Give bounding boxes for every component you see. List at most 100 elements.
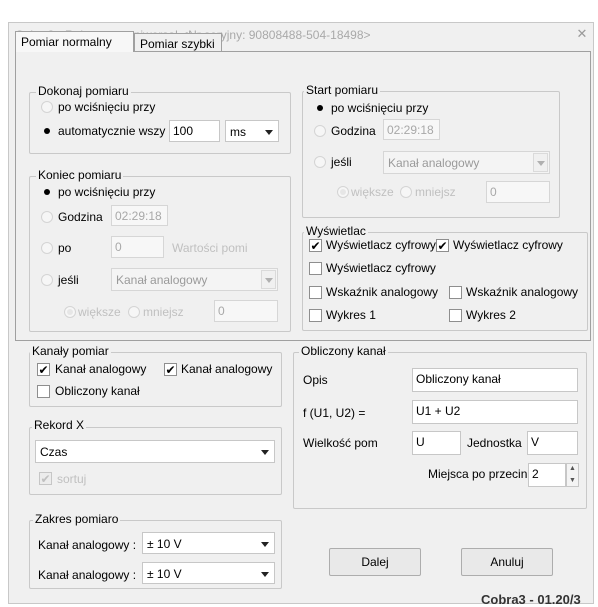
label-wskaznik-1: Wskaźnik analogowy — [326, 285, 439, 299]
radio-koniec-less[interactable] — [128, 306, 140, 318]
label-start-greater: większe — [351, 185, 394, 199]
label-koniec-after: po — [58, 241, 72, 255]
checkbox-wyswietlacz-3[interactable] — [309, 262, 322, 275]
radio-koniec-time[interactable] — [41, 211, 53, 223]
group-kanaly-pomiar — [29, 352, 282, 407]
label-zakres-1: Kanał analogowy : — [38, 538, 137, 552]
label-koniec-time: Godzina — [58, 210, 103, 224]
group-title-koniec: Koniec pomiaru — [36, 168, 124, 182]
radio-start-less[interactable] — [400, 186, 412, 198]
wielkosc-input[interactable]: U — [412, 431, 461, 455]
koniec-after-input[interactable]: 0 — [111, 236, 164, 258]
chevron-down-icon — [265, 130, 273, 135]
label-miejsca: Miejsca po przecink — [428, 467, 534, 481]
chevron-up-icon[interactable]: ▲ — [569, 464, 576, 474]
radio-dokonaj-press[interactable] — [41, 101, 53, 113]
label-koniec-press: po wciśnięciu przy — [58, 185, 156, 199]
label-formula: f (U1, U2) = — [303, 406, 366, 420]
label-zakres-2: Kanał analogowy : — [38, 568, 137, 582]
zakres-1-value: ± 10 V — [147, 537, 182, 551]
koniec-channel-dropdown[interactable]: Kanał analogowy — [111, 268, 278, 291]
radio-start-if[interactable] — [314, 156, 326, 168]
jednostka-input[interactable]: V — [527, 431, 578, 455]
close-icon[interactable]: ✕ — [574, 26, 590, 42]
chevron-down-icon[interactable]: ▼ — [569, 476, 576, 486]
label-dokonaj-auto: automatycznie wszy — [58, 124, 166, 138]
chevron-down-icon — [537, 160, 545, 166]
koniec-channel-arrow — [261, 270, 276, 289]
start-channel-arrow — [533, 153, 548, 172]
radio-koniec-if[interactable] — [41, 274, 53, 286]
label-dokonaj-press: po wciśnięciu przy — [58, 100, 156, 114]
label-koniec-greater: większe — [78, 305, 121, 319]
group-title-obliczony: Obliczony kanał — [299, 344, 388, 358]
group-title-zakres: Zakres pomiaro — [33, 512, 121, 526]
checkbox-wskaznik-1[interactable] — [309, 286, 322, 299]
checkbox-wykres-1[interactable] — [309, 309, 322, 322]
chevron-down-icon — [261, 572, 269, 577]
label-kanal-1: Kanał analogowy — [55, 362, 147, 376]
koniec-time-input[interactable]: 02:29:18 — [111, 205, 168, 226]
checkbox-sortuj[interactable]: ✔ — [39, 472, 52, 485]
checkbox-obliczony[interactable] — [37, 385, 50, 398]
formula-input[interactable]: U1 + U2 — [412, 400, 578, 424]
group-title-dokonaj: Dokonaj pomiaru — [36, 84, 131, 98]
koniec-threshold-input[interactable]: 0 — [214, 300, 278, 322]
radio-start-press[interactable] — [314, 102, 326, 114]
koniec-channel-value: Kanał analogowy — [116, 273, 208, 287]
miejsca-spinner[interactable]: ▲ ▼ — [566, 463, 579, 487]
unit-dropdown-value: ms — [230, 125, 246, 139]
opis-input[interactable]: Obliczony kanał — [412, 368, 578, 392]
label-koniec-if: jeśli — [58, 273, 79, 287]
label-wykres-2: Wykres 2 — [466, 308, 516, 322]
chevron-down-icon — [261, 450, 269, 455]
checkbox-wyswietlacz-2[interactable]: ✔ — [436, 239, 449, 252]
tab-pomiar-normalny[interactable]: Pomiar normalny — [15, 31, 134, 52]
label-koniec-less: mniejsz — [143, 305, 184, 319]
rekord-x-dropdown[interactable]: Czas — [35, 440, 275, 463]
label-start-press: po wciśnięciu przy — [331, 101, 429, 115]
radio-dokonaj-auto[interactable] — [41, 125, 53, 137]
checkbox-wykres-2[interactable] — [449, 309, 462, 322]
start-channel-value: Kanał analogowy — [388, 156, 480, 170]
group-title-start: Start pomiaru — [304, 83, 381, 97]
label-wskaznik-2: Wskaźnik analogowy — [466, 285, 579, 299]
radio-start-time[interactable] — [314, 125, 326, 137]
radio-koniec-press[interactable] — [41, 186, 53, 198]
start-threshold-input[interactable]: 0 — [486, 181, 550, 203]
interval-input[interactable]: 100 — [169, 120, 220, 142]
label-opis: Opis — [303, 373, 328, 387]
zakres-2-value: ± 10 V — [147, 567, 182, 581]
miejsca-input[interactable]: 2 — [528, 463, 566, 487]
label-start-time: Godzina — [331, 124, 376, 138]
radio-start-greater[interactable] — [337, 186, 349, 198]
start-time-input[interactable]: 02:29:18 — [383, 119, 440, 140]
label-obliczony: Obliczony kanał — [55, 384, 140, 398]
zakres-2-dropdown[interactable]: ± 10 V — [142, 562, 275, 584]
label-wyswietlacz-1: Wyświetlacz cyfrowy — [326, 238, 436, 252]
label-wyswietlacz-2: Wyświetlacz cyfrowy — [453, 238, 563, 252]
chevron-down-icon — [265, 277, 273, 283]
label-kanal-2: Kanał analogowy — [181, 362, 273, 376]
checkbox-kanal-1[interactable]: ✔ — [37, 363, 50, 376]
chevron-down-icon — [261, 542, 269, 547]
checkbox-wyswietlacz-1[interactable]: ✔ — [309, 239, 322, 252]
label-sortuj: sortuj — [57, 472, 87, 486]
label-jednostka: Jednostka — [467, 436, 522, 450]
start-channel-dropdown[interactable]: Kanał analogowy — [383, 151, 550, 174]
cancel-button[interactable]: Anuluj — [461, 548, 553, 576]
next-button[interactable]: Dalej — [329, 548, 421, 576]
label-wyswietlacz-3: Wyświetlacz cyfrowy — [326, 261, 436, 275]
label-koniec-after-unit: Wartości pomi — [172, 241, 248, 255]
group-title-wyswietlac: Wyświetlac — [304, 224, 368, 238]
checkbox-wskaznik-2[interactable] — [449, 286, 462, 299]
radio-koniec-greater[interactable] — [64, 306, 76, 318]
rekord-x-value: Czas — [40, 445, 68, 459]
unit-dropdown[interactable]: ms — [225, 120, 279, 142]
group-title-kanaly: Kanały pomiar — [30, 344, 111, 358]
checkbox-kanal-2[interactable]: ✔ — [164, 363, 177, 376]
zakres-1-dropdown[interactable]: ± 10 V — [142, 532, 275, 554]
radio-koniec-after[interactable] — [41, 242, 53, 254]
version-label: Cobra3 - 01.20/3 — [481, 592, 581, 607]
tab-pomiar-szybki[interactable]: Pomiar szybki — [134, 33, 222, 52]
